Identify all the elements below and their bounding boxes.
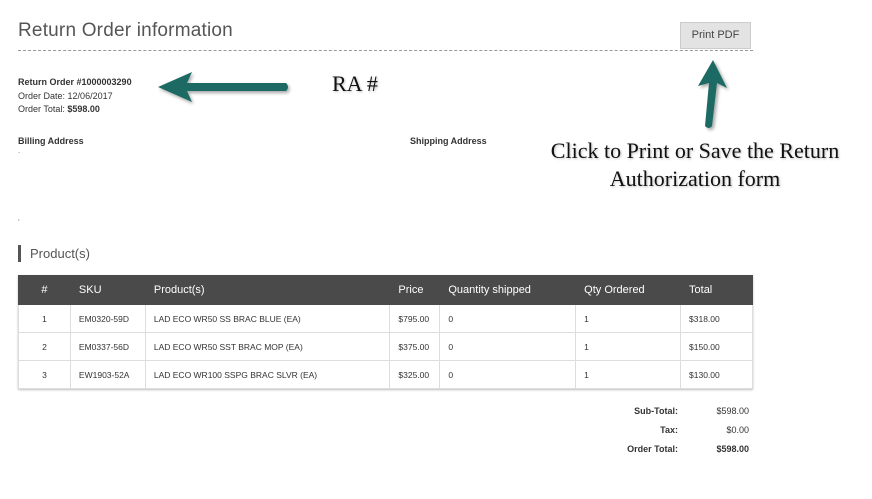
cell-price: $375.00 <box>389 332 441 361</box>
cell-sku: EW1903-52A <box>69 360 146 389</box>
cell-price: $795.00 <box>389 304 441 333</box>
cell-number: 2 <box>18 332 71 361</box>
shipping-address-label: Shipping Address <box>410 136 487 146</box>
grand-total-label: Order Total: <box>627 444 678 454</box>
cell-qty-shipped: 0 <box>439 304 577 333</box>
cell-number: 1 <box>18 304 71 333</box>
subtotal-label: Sub-Total: <box>634 406 678 416</box>
order-date-line: Order Date: 12/06/2017 <box>18 90 132 104</box>
col-header-total: Total <box>680 275 753 305</box>
cell-sku: EM0337-56D <box>69 332 146 361</box>
table-header-row: # SKU Product(s) Price Quantity shipped … <box>18 275 753 305</box>
cell-total: $318.00 <box>680 304 753 333</box>
table-row: 3 EW1903-52A LAD ECO WR100 SSPG BRAC SLV… <box>18 360 753 389</box>
cell-qty-shipped: 0 <box>439 360 577 389</box>
grand-total-value: $598.00 <box>716 444 749 454</box>
cell-qty-ordered: 1 <box>575 360 682 389</box>
ra-annotation: RA # <box>332 71 378 96</box>
cell-price: $325.00 <box>389 360 441 389</box>
products-table: # SKU Product(s) Price Quantity shipped … <box>18 275 753 389</box>
cell-sku: EM0320-59D <box>69 304 146 333</box>
billing-address-value: . <box>18 146 21 155</box>
cell-number: 3 <box>18 360 71 389</box>
page-title: Return Order information <box>18 20 233 41</box>
print-annotation-line-1: Click to Print or Save the Return <box>550 138 840 163</box>
order-total-label: Order Total: <box>18 104 65 114</box>
col-header-number: # <box>18 275 71 305</box>
title-divider <box>18 50 753 51</box>
col-header-price: Price <box>389 275 441 305</box>
order-total-line: Order Total: $598.00 <box>18 103 132 117</box>
tax-row: Tax: $0.00 <box>560 425 752 444</box>
order-totals: Sub-Total: $598.00 Tax: $0.00 Order Tota… <box>560 406 752 463</box>
cell-qty-ordered: 1 <box>575 304 682 333</box>
cell-product: LAD ECO WR50 SS BRAC BLUE (EA) <box>144 304 391 333</box>
cell-product: LAD ECO WR50 SST BRAC MOP (EA) <box>144 332 391 361</box>
table-row: 2 EM0337-56D LAD ECO WR50 SST BRAC MOP (… <box>18 332 753 361</box>
address-mark: ‘ <box>18 218 20 227</box>
arrow-up-icon <box>698 60 727 128</box>
col-header-qty-shipped: Quantity shipped <box>439 275 577 305</box>
print-annotation-line-2: Authorization form <box>609 166 781 191</box>
col-header-qty-ordered: Qty Ordered <box>575 275 682 305</box>
cell-qty-shipped: 0 <box>439 332 577 361</box>
subtotal-value: $598.00 <box>716 406 749 416</box>
cell-total: $130.00 <box>680 360 753 389</box>
cell-total: $150.00 <box>680 332 753 361</box>
col-header-sku: SKU <box>69 275 146 305</box>
section-accent-bar <box>18 245 21 262</box>
print-annotation: Click to Print or Save the Return Author… <box>520 137 870 193</box>
table-row: 1 EM0320-59D LAD ECO WR50 SS BRAC BLUE (… <box>18 304 753 333</box>
arrow-left-icon <box>158 72 288 102</box>
products-section-title: Product(s) <box>30 246 90 261</box>
billing-address-label: Billing Address <box>18 136 84 146</box>
subtotal-row: Sub-Total: $598.00 <box>560 406 752 425</box>
col-header-product: Product(s) <box>144 275 391 305</box>
tax-label: Tax: <box>660 425 678 435</box>
cell-product: LAD ECO WR100 SSPG BRAC SLVR (EA) <box>144 360 391 389</box>
order-summary: Return Order #1000003290 Order Date: 12/… <box>18 76 132 117</box>
order-total-value: $598.00 <box>67 104 100 114</box>
order-date-value: 12/06/2017 <box>67 90 113 101</box>
cell-qty-ordered: 1 <box>575 332 682 361</box>
order-date-label: Order Date: <box>18 90 66 101</box>
tax-value: $0.00 <box>726 425 749 435</box>
print-pdf-button[interactable]: Print PDF <box>680 22 751 49</box>
return-order-number: Return Order #1000003290 <box>18 77 132 87</box>
grand-total-row: Order Total: $598.00 <box>560 444 752 463</box>
